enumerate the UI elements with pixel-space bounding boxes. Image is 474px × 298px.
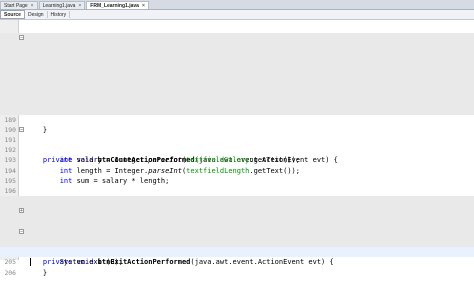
code-editor[interactable]: 181 182 − private void btnDeleteActionPe… <box>0 23 474 277</box>
code-text: } <box>26 268 48 277</box>
line-number: 206 <box>4 268 16 277</box>
close-icon[interactable]: × <box>78 3 81 9</box>
code-line: 205 } <box>0 247 474 277</box>
tab-start-page[interactable]: Start Page × <box>0 1 38 9</box>
code-line: 192 int salary = Integer.parseInt(textfi… <box>0 135 474 164</box>
tab-frm-learning1-java[interactable]: FRM_Learning1.java × <box>86 1 149 9</box>
code-line: 184 textfieldSalary.setText(""); <box>0 53 474 83</box>
code-line: 183 textfieldName.setText(""); <box>0 43 474 73</box>
code-line: 189 } <box>0 104 474 134</box>
code-line: 188 <box>0 94 474 114</box>
code-line: 204 System.exit(0); <box>0 236 474 266</box>
code-line: 186 textfieldSUM.setText(""); <box>0 73 474 103</box>
fold-collapse-icon[interactable]: − <box>19 35 24 41</box>
tab-learning1-java[interactable]: Learning1.java × <box>38 1 86 9</box>
editor-tab-bar: Start Page × Learning1.java × FRM_Learni… <box>0 0 474 10</box>
code-line: 196 textfieldSUM.setText(String.valueOf(… <box>0 176 474 205</box>
code-line: 198 <box>0 196 474 215</box>
code-line: 185 textfieldLength.setText(""); <box>0 63 474 93</box>
code-line: 181 <box>0 23 474 42</box>
code-line: 187 textfieldName.grabFocus(); <box>0 84 474 114</box>
tab-label: Learning1.java <box>42 2 76 9</box>
code-line: 193 int length = Integer.parseInt(textfi… <box>0 145 474 174</box>
fold-expand-icon[interactable]: + <box>19 208 24 214</box>
code-line: 197 } <box>0 186 474 215</box>
code-line: 182 − private void btnDeleteActionPerfor… <box>0 33 474 73</box>
design-view-button[interactable]: Design <box>25 11 48 18</box>
code-line: 191 − private void btnCountActionPerform… <box>0 125 474 164</box>
close-icon[interactable]: × <box>142 3 145 9</box>
code-line: 190 <box>0 115 474 134</box>
close-icon[interactable]: × <box>31 3 34 9</box>
source-view-button[interactable]: Source <box>0 10 25 19</box>
code-line: 202 <box>0 216 474 236</box>
code-line: 203 − private void btnExitActionPerforme… <box>0 226 474 266</box>
tab-label: Start Page <box>4 2 28 9</box>
fold-collapse-icon[interactable]: − <box>19 126 24 132</box>
code-line: 206 <box>0 257 474 277</box>
editor-toolbar: Source Design History <box>0 10 474 20</box>
tab-label: FRM_Learning1.java <box>90 2 139 9</box>
history-view-button[interactable]: History <box>48 11 71 18</box>
code-line: 194 int sum = salary * length; <box>0 155 474 185</box>
code-line: 199 + private void textfieldSUMActionPer… <box>0 206 474 247</box>
fold-collapse-icon[interactable]: − <box>19 228 24 234</box>
code-line: 195 <box>0 166 474 185</box>
